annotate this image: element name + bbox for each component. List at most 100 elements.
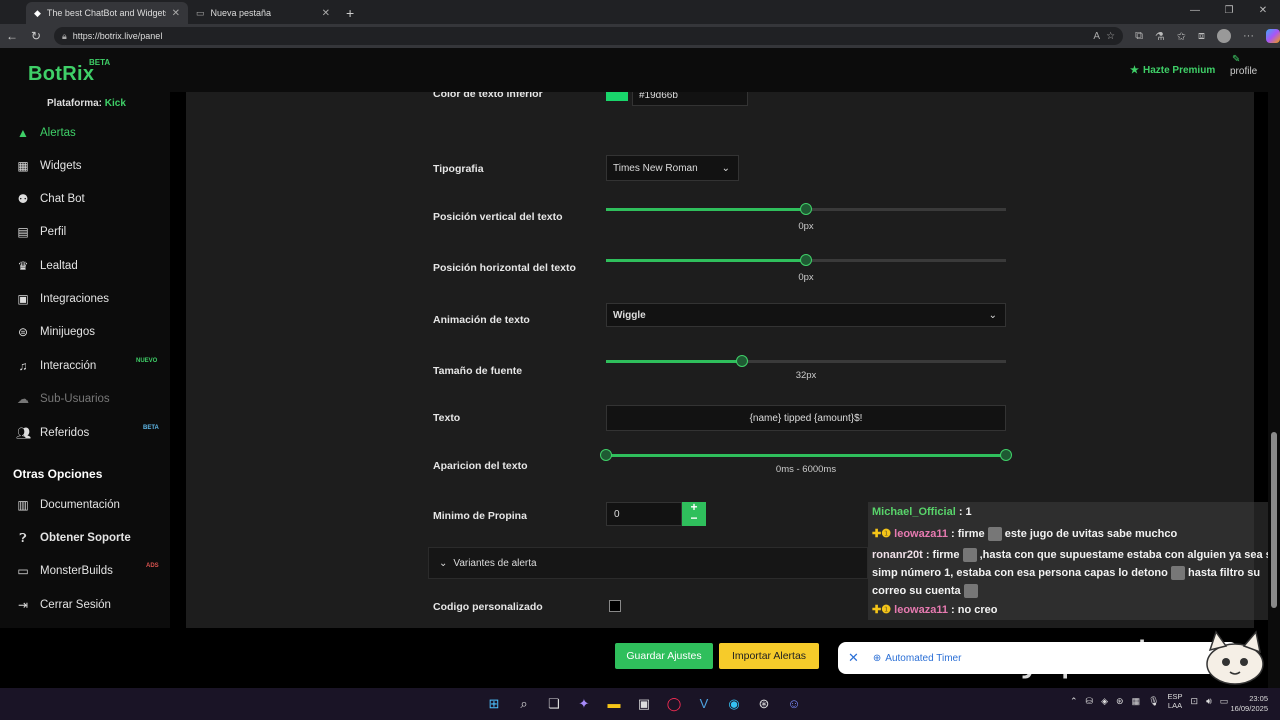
font-size-slider[interactable] [606,355,1006,367]
sidebar-item-widgets[interactable]: ▦ Widgets [16,157,81,175]
save-button[interactable]: Guardar Ajustes [615,643,713,669]
close-window-icon[interactable]: ✕ [1246,0,1280,22]
range-end-thumb[interactable] [1000,449,1012,461]
task-view-icon[interactable]: ❏ [544,696,564,712]
sidebar-item-soporte[interactable]: ❓︎ Obtener Soporte [16,529,130,547]
sidebar-item-label: Perfil [40,226,67,238]
sidebar-item-sub-usuarios[interactable]: ☁ Sub-Usuarios [16,390,110,408]
slider-thumb[interactable] [736,355,748,367]
vertical-position-value: 0px [798,221,814,232]
slider-thumb[interactable] [800,203,812,215]
tab-title: Nueva pestaña [210,8,272,18]
import-alerts-button[interactable]: Importar Alertas [719,643,819,669]
refresh-icon[interactable]: ↻ [24,29,48,43]
scrollbar-thumb[interactable] [1271,432,1277,608]
steam-tray-icon[interactable]: ⊛ [1116,696,1124,707]
chat-message: ✚❶ leowaza11 : no creo [872,603,998,616]
slider-thumb[interactable] [800,254,812,266]
sidebar-item-chat-bot[interactable]: ⚉ Chat Bot [16,190,85,208]
browser-profile-avatar[interactable] [1217,29,1232,43]
animation-select[interactable]: Wiggle ⌄ [606,303,1006,327]
close-tab-icon[interactable]: ✕ [172,8,180,19]
typography-select[interactable]: Times New Roman ⌄ [606,155,739,181]
min-tip-input[interactable]: 0 [606,502,682,526]
color-swatch[interactable] [606,92,628,101]
minimize-icon[interactable]: — [1178,0,1212,22]
appearance-label: Aparicion del texto [433,460,528,472]
slider-fill [606,360,742,363]
sidebar-item-label: Minijuegos [40,326,95,338]
steam-icon[interactable]: ⊛ [754,696,774,712]
sidebar-item-documentacion[interactable]: ▥ Documentación [16,496,120,514]
edge-icon[interactable]: ◉ [724,696,744,712]
new-tab-button[interactable]: + [338,5,362,24]
restore-icon[interactable]: ❐ [1212,0,1246,22]
tray-app-icon[interactable]: ⛁ [1086,696,1094,707]
clock-date: 16/09/2025 [1230,704,1268,713]
sidebar-item-integraciones[interactable]: ▣ Integraciones [16,290,109,308]
network-icon[interactable]: ⊡ [1191,696,1199,707]
language-indicator[interactable]: ESP LAA [1168,692,1183,710]
horizontal-position-slider[interactable] [606,254,1006,266]
collections-icon[interactable]: ⧈ [1198,30,1205,43]
quantity-stepper[interactable]: + − [682,501,706,526]
opera-icon[interactable]: ◯ [664,696,684,712]
sidebar-item-lealtad[interactable]: ♛ Lealtad [16,257,78,275]
font-size-label: Tamaño de fuente [433,365,523,377]
extensions-icon[interactable]: ⧉ [1135,30,1143,43]
platform-value: Kick [104,98,126,109]
music-note-icon: ♫ [18,359,28,373]
address-bar[interactable]: 🔒︎ https://botrix.live/panel A ☆ [53,27,1124,45]
tab-botrix[interactable]: ◆ The best ChatBot and Widgets fo ✕ [26,2,188,24]
favorites-icon[interactable]: ✩ [1177,30,1186,43]
vscode-icon[interactable]: V [694,696,714,712]
alert-text-input[interactable]: {name} tipped {amount}$! [606,405,1006,431]
custom-code-checkbox[interactable] [609,600,621,612]
sidebar-item-label: Interacción [40,360,97,372]
favorite-star-icon[interactable]: ☆ [1106,31,1115,42]
sidebar-item-alertas[interactable]: ▲ Alertas [16,124,76,142]
volume-icon[interactable]: 🔊︎ [1206,696,1212,707]
discord-icon[interactable]: ☺ [784,696,804,712]
sidebar-item-referidos[interactable]: 👥︎ Referidos [16,424,89,442]
tray-app-icon[interactable]: ▦ [1132,696,1141,707]
read-aloud-icon[interactable]: A [1093,31,1100,42]
lock-icon[interactable]: 🔒︎ [62,31,67,42]
alert-variants-accordion[interactable]: ⌄ Variantes de alerta [428,547,868,579]
appearance-range-slider[interactable] [600,449,1012,461]
vertical-position-slider[interactable] [606,203,1006,215]
sidebar-item-perfil[interactable]: ▤ Perfil [16,223,66,241]
page-scrollbar[interactable] [1268,48,1280,688]
sidebar-item-label: MonsterBuilds [40,565,113,577]
windows-start-icon[interactable]: ⊞ [484,696,504,712]
close-tab-icon[interactable]: ✕ [322,8,330,19]
close-icon[interactable]: ✕ [848,650,859,666]
chat-message: ronanr20t : firme ,hasta con que supuest… [872,548,1272,562]
chat-username: ronanr20t [872,548,923,561]
range-start-thumb[interactable] [600,449,612,461]
copilot-icon[interactable] [1266,29,1280,43]
profile-link[interactable]: profile [1230,66,1257,77]
font-size-value: 32px [795,370,817,381]
color-hex-input[interactable]: #19d66b [632,92,748,106]
sidebar-item-interaccion[interactable]: ♫ Interacción [16,357,97,375]
brand-logo[interactable]: BotRix [28,63,94,86]
split-screen-icon[interactable]: ⚗ [1155,30,1165,43]
premium-link[interactable]: ★ Hazte Premium [1130,65,1215,76]
microphone-icon[interactable]: 🎙︎ [1148,696,1159,707]
store-icon[interactable]: ▣ [634,696,654,712]
system-clock[interactable]: 23:05 16/09/2025 [1224,694,1268,714]
copilot-taskbar-icon[interactable]: ✦ [574,696,594,712]
search-icon[interactable]: ⌕ [514,696,534,712]
tab-new[interactable]: ▭ Nueva pestaña ✕ [188,2,338,24]
tray-chevron-up-icon[interactable]: ⌃ [1070,696,1078,707]
tray-app-icon[interactable]: ◈ [1101,696,1108,707]
more-menu-icon[interactable]: ··· [1243,30,1254,42]
sidebar-item-monsterbuilds[interactable]: ▭ MonsterBuilds [16,562,113,580]
sidebar-item-cerrar-sesion[interactable]: ⇥ Cerrar Sesión [16,596,111,614]
file-explorer-icon[interactable]: ▬ [604,696,624,712]
sidebar-item-minijuegos[interactable]: ⊜ Minijuegos [16,323,95,341]
chat-text: este jugo de uvitas sabe muchco [1004,528,1178,540]
back-icon[interactable]: ← [0,29,24,43]
minus-icon[interactable]: − [682,512,706,524]
